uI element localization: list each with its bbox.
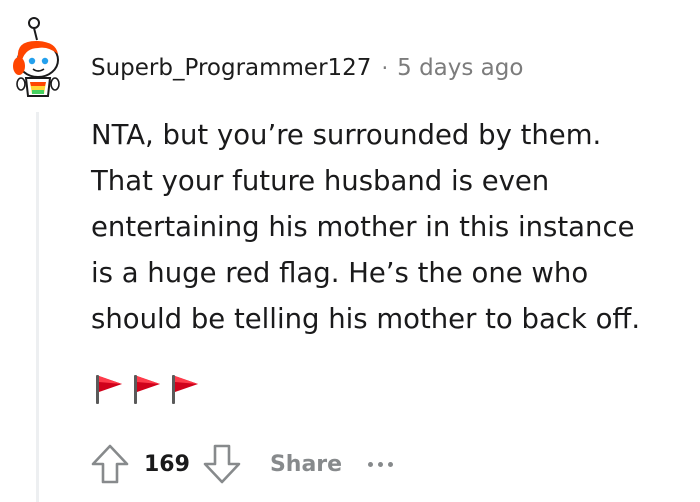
snoo-avatar-icon	[13, 17, 60, 97]
comment: Superb_Programmer127 · 5 days ago NTA, b…	[0, 0, 700, 502]
red-flag-icon	[168, 372, 202, 406]
comment-text-line: NTA, but you’re surrounded by them.	[91, 119, 602, 151]
comment-text-line: is a huge red flag. He’s the one who	[91, 257, 589, 289]
share-button[interactable]: Share	[270, 452, 342, 477]
username[interactable]: Superb_Programmer127	[91, 55, 371, 81]
red-flag-icon	[130, 372, 164, 406]
downvote-arrow-icon	[203, 444, 241, 484]
thread-line[interactable]	[36, 112, 39, 502]
upvote-button[interactable]	[88, 441, 132, 487]
timestamp[interactable]: 5 days ago	[397, 55, 523, 81]
downvote-button[interactable]	[200, 441, 244, 487]
comment-text-line: should be telling his mother to back off…	[91, 303, 641, 335]
ellipsis-icon-dot	[368, 461, 374, 467]
red-flag-icon	[92, 372, 126, 406]
emoji-line	[92, 372, 202, 406]
avatar[interactable]	[4, 14, 72, 100]
comment-actions: 169 Share	[88, 440, 394, 488]
upvote-arrow-icon	[91, 444, 129, 484]
meta-separator: ·	[381, 56, 389, 80]
more-options-button[interactable]	[368, 449, 394, 479]
comment-body: NTA, but you’re surrounded by them. That…	[91, 112, 691, 342]
vote-score: 169	[144, 451, 190, 477]
comment-header: Superb_Programmer127 · 5 days ago	[91, 52, 523, 84]
comment-text-line: entertaining his mother in this instance	[91, 211, 635, 243]
ellipsis-icon-dot	[388, 461, 394, 467]
comment-text-line: That your future husband is even	[91, 165, 550, 197]
ellipsis-icon-dot	[378, 461, 384, 467]
